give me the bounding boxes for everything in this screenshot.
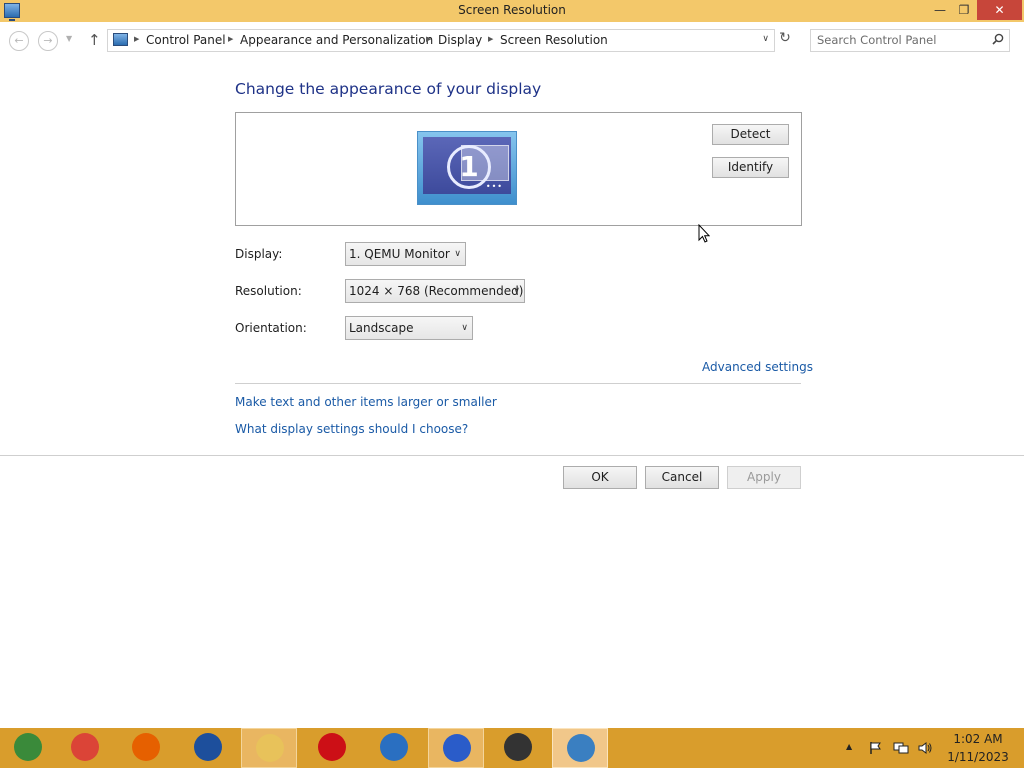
refresh-button[interactable]: ↻ <box>775 30 795 51</box>
monitor-screen: 1 ••• <box>423 137 511 194</box>
identify-button[interactable]: Identify <box>712 157 789 178</box>
breadcrumb-screen-resolution[interactable]: Screen Resolution <box>500 33 608 47</box>
taskbar-firefox-button[interactable] <box>118 728 174 768</box>
orientation-label: Orientation: <box>235 321 307 335</box>
recent-locations-dropdown[interactable]: ▼ <box>66 34 72 43</box>
page-title: Change the appearance of your display <box>235 80 542 98</box>
control-panel-icon <box>567 734 595 762</box>
restore-button[interactable]: ❐ <box>952 0 976 20</box>
breadcrumb-separator[interactable]: ▶ <box>134 35 139 43</box>
cancel-button[interactable]: Cancel <box>645 466 719 489</box>
title-bar: Screen Resolution — ❐ ✕ <box>0 0 1024 22</box>
window-title: Screen Resolution <box>458 3 566 17</box>
action-center-flag-icon[interactable] <box>869 741 883 755</box>
ok-button[interactable]: OK <box>563 466 637 489</box>
display-select-value: 1. QEMU Monitor <box>349 247 450 261</box>
search-input[interactable] <box>811 30 987 49</box>
taskbar-app-ship-button[interactable] <box>428 728 484 768</box>
back-button[interactable]: ← <box>9 31 29 51</box>
opera-icon <box>318 733 346 761</box>
display-help-link[interactable]: What display settings should I choose? <box>235 422 468 436</box>
minimize-button[interactable]: — <box>928 0 952 20</box>
address-dropdown-icon[interactable]: ∨ <box>762 34 769 44</box>
breadcrumb-control-panel[interactable]: Control Panel <box>146 33 226 47</box>
advanced-settings-link[interactable]: Advanced settings <box>702 360 813 374</box>
chevron-down-icon: ∨ <box>454 249 461 259</box>
close-button[interactable]: ✕ <box>977 0 1022 20</box>
breadcrumb-separator[interactable]: ▶ <box>228 35 233 43</box>
display-select[interactable]: 1. QEMU Monitor ∨ <box>345 242 466 266</box>
chevron-down-icon: ∨ <box>461 323 468 333</box>
search-box[interactable] <box>810 29 1010 52</box>
firefox-icon <box>132 733 160 761</box>
taskbar-chrome-button[interactable] <box>57 728 113 768</box>
taskbar-app-1-button[interactable] <box>0 728 56 768</box>
forward-button[interactable]: → <box>38 31 58 51</box>
thunderbird-icon <box>380 733 408 761</box>
network-icon[interactable] <box>893 741 909 755</box>
display-label: Display: <box>235 247 283 261</box>
taskbar-file-explorer-button[interactable] <box>241 728 297 768</box>
footer-divider <box>0 455 1024 456</box>
taskbar-app-blue-button[interactable] <box>180 728 236 768</box>
control-panel-icon <box>113 33 128 46</box>
breadcrumb-display[interactable]: Display <box>438 33 482 47</box>
monitor-layout-panel: 1 ••• Detect Identify <box>235 112 802 226</box>
file-explorer-icon <box>256 734 284 762</box>
monitor-icon[interactable]: 1 ••• <box>417 131 517 205</box>
app-1-icon <box>14 733 42 761</box>
text-size-link[interactable]: Make text and other items larger or smal… <box>235 395 497 409</box>
resolution-label: Resolution: <box>235 284 302 298</box>
chrome-icon <box>71 733 99 761</box>
apply-button[interactable]: Apply <box>727 466 801 489</box>
monitor-number: 1 <box>447 145 491 189</box>
orientation-select-value: Landscape <box>349 321 414 335</box>
app-blue-icon <box>194 733 222 761</box>
clock-time[interactable]: 1:02 AM <box>950 732 1006 746</box>
taskbar-app-game-button[interactable] <box>490 728 546 768</box>
detect-button[interactable]: Detect <box>712 124 789 145</box>
clock-date[interactable]: 1/11/2023 <box>946 750 1010 764</box>
navigation-bar: ← → ▼ ↑ ▶ Control Panel ▶ Appearance and… <box>0 22 1024 58</box>
app-game-icon <box>504 733 532 761</box>
taskbar-thunderbird-button[interactable] <box>366 728 422 768</box>
orientation-select[interactable]: Landscape ∨ <box>345 316 473 340</box>
breadcrumb-separator[interactable]: ▶ <box>426 35 431 43</box>
show-hidden-icons-button[interactable]: ▲ <box>846 742 852 751</box>
search-icon[interactable] <box>992 33 1004 45</box>
breadcrumb-separator[interactable]: ▶ <box>488 35 493 43</box>
mouse-cursor-icon <box>698 224 710 243</box>
resolution-select[interactable]: 1024 × 768 (Recommended) ∨ <box>345 279 525 303</box>
section-divider <box>235 383 801 384</box>
resolution-select-value: 1024 × 768 (Recommended) <box>349 284 524 298</box>
breadcrumb-appearance[interactable]: Appearance and Personalization <box>240 33 433 47</box>
app-ship-icon <box>443 734 471 762</box>
chevron-down-icon: ∨ <box>513 286 520 296</box>
dots-icon: ••• <box>485 182 503 191</box>
taskbar-control-panel-button[interactable] <box>552 728 608 768</box>
volume-icon[interactable] <box>917 741 933 755</box>
taskbar-opera-button[interactable] <box>304 728 360 768</box>
up-button[interactable]: ↑ <box>88 31 101 49</box>
address-bar[interactable]: ▶ Control Panel ▶ Appearance and Persona… <box>107 29 775 52</box>
